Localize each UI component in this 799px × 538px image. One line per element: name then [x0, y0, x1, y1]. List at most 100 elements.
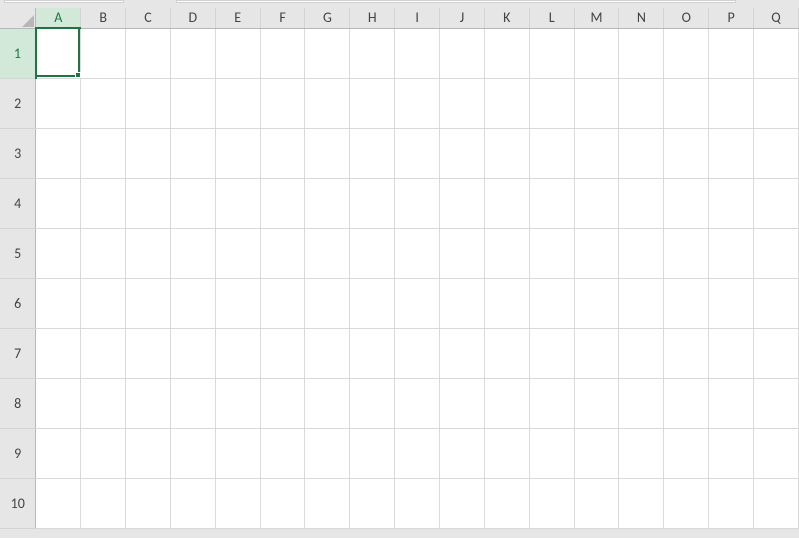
cell-h7[interactable]: [350, 328, 395, 378]
cell-q8[interactable]: [754, 378, 799, 428]
cell-h8[interactable]: [350, 378, 395, 428]
cell-q1[interactable]: [754, 28, 799, 78]
column-header-n[interactable]: N: [619, 8, 664, 28]
cell-a2[interactable]: [36, 78, 81, 128]
column-header-c[interactable]: C: [126, 8, 171, 28]
cell-f8[interactable]: [260, 378, 305, 428]
cell-a6[interactable]: [36, 278, 81, 328]
cell-p1[interactable]: [709, 28, 754, 78]
cell-e9[interactable]: [215, 428, 260, 478]
column-header-b[interactable]: B: [81, 8, 126, 28]
cell-c9[interactable]: [126, 428, 171, 478]
cell-a9[interactable]: [36, 428, 81, 478]
cell-m9[interactable]: [574, 428, 619, 478]
cell-n10[interactable]: [619, 478, 664, 528]
cell-d6[interactable]: [170, 278, 215, 328]
cell-a3[interactable]: [36, 128, 81, 178]
cell-m3[interactable]: [574, 128, 619, 178]
cell-c1[interactable]: [126, 28, 171, 78]
row-header-10[interactable]: 10: [0, 478, 36, 528]
cell-j6[interactable]: [440, 278, 485, 328]
cell-o10[interactable]: [664, 478, 709, 528]
cell-i6[interactable]: [395, 278, 440, 328]
row-header-4[interactable]: 4: [0, 178, 36, 228]
cell-d1[interactable]: [170, 28, 215, 78]
cell-l9[interactable]: [529, 428, 574, 478]
row-header-1[interactable]: 1: [0, 28, 36, 78]
cell-q6[interactable]: [754, 278, 799, 328]
cell-c4[interactable]: [126, 178, 171, 228]
cell-p6[interactable]: [709, 278, 754, 328]
column-header-i[interactable]: I: [395, 8, 440, 28]
cell-e8[interactable]: [215, 378, 260, 428]
cell-a7[interactable]: [36, 328, 81, 378]
cell-g3[interactable]: [305, 128, 350, 178]
cell-f3[interactable]: [260, 128, 305, 178]
cell-a10[interactable]: [36, 478, 81, 528]
cell-l4[interactable]: [529, 178, 574, 228]
cell-q7[interactable]: [754, 328, 799, 378]
cell-k8[interactable]: [484, 378, 529, 428]
cell-g8[interactable]: [305, 378, 350, 428]
cell-m1[interactable]: [574, 28, 619, 78]
cell-f1[interactable]: [260, 28, 305, 78]
cell-f6[interactable]: [260, 278, 305, 328]
cell-p3[interactable]: [709, 128, 754, 178]
column-header-o[interactable]: O: [664, 8, 709, 28]
cell-q3[interactable]: [754, 128, 799, 178]
cell-p5[interactable]: [709, 228, 754, 278]
cell-n6[interactable]: [619, 278, 664, 328]
cell-q4[interactable]: [754, 178, 799, 228]
cell-f9[interactable]: [260, 428, 305, 478]
cell-p10[interactable]: [709, 478, 754, 528]
fill-handle[interactable]: [75, 72, 81, 78]
cell-n5[interactable]: [619, 228, 664, 278]
cell-c5[interactable]: [126, 228, 171, 278]
cell-h5[interactable]: [350, 228, 395, 278]
cell-g5[interactable]: [305, 228, 350, 278]
cell-l3[interactable]: [529, 128, 574, 178]
cell-b1[interactable]: [81, 28, 126, 78]
cell-e6[interactable]: [215, 278, 260, 328]
cell-p8[interactable]: [709, 378, 754, 428]
cell-f7[interactable]: [260, 328, 305, 378]
cell-l5[interactable]: [529, 228, 574, 278]
cell-j3[interactable]: [440, 128, 485, 178]
cell-a8[interactable]: [36, 378, 81, 428]
column-header-e[interactable]: E: [215, 8, 260, 28]
cell-j5[interactable]: [440, 228, 485, 278]
cell-h3[interactable]: [350, 128, 395, 178]
cell-c6[interactable]: [126, 278, 171, 328]
select-all-corner[interactable]: [0, 8, 36, 28]
column-header-f[interactable]: F: [260, 8, 305, 28]
cell-h2[interactable]: [350, 78, 395, 128]
cell-c3[interactable]: [126, 128, 171, 178]
column-header-k[interactable]: K: [484, 8, 529, 28]
cell-e7[interactable]: [215, 328, 260, 378]
cell-i4[interactable]: [395, 178, 440, 228]
cell-m10[interactable]: [574, 478, 619, 528]
cell-p9[interactable]: [709, 428, 754, 478]
cell-l10[interactable]: [529, 478, 574, 528]
cell-k4[interactable]: [484, 178, 529, 228]
column-header-q[interactable]: Q: [754, 8, 799, 28]
cell-n2[interactable]: [619, 78, 664, 128]
column-header-h[interactable]: H: [350, 8, 395, 28]
cell-m2[interactable]: [574, 78, 619, 128]
cell-o7[interactable]: [664, 328, 709, 378]
cell-k6[interactable]: [484, 278, 529, 328]
cell-q5[interactable]: [754, 228, 799, 278]
cell-l6[interactable]: [529, 278, 574, 328]
cell-g10[interactable]: [305, 478, 350, 528]
column-header-m[interactable]: M: [574, 8, 619, 28]
cell-e3[interactable]: [215, 128, 260, 178]
cell-g2[interactable]: [305, 78, 350, 128]
cell-k3[interactable]: [484, 128, 529, 178]
column-header-a[interactable]: A: [36, 8, 81, 28]
cell-o1[interactable]: [664, 28, 709, 78]
cell-m4[interactable]: [574, 178, 619, 228]
cell-j10[interactable]: [440, 478, 485, 528]
cell-h9[interactable]: [350, 428, 395, 478]
cell-p2[interactable]: [709, 78, 754, 128]
cell-j2[interactable]: [440, 78, 485, 128]
